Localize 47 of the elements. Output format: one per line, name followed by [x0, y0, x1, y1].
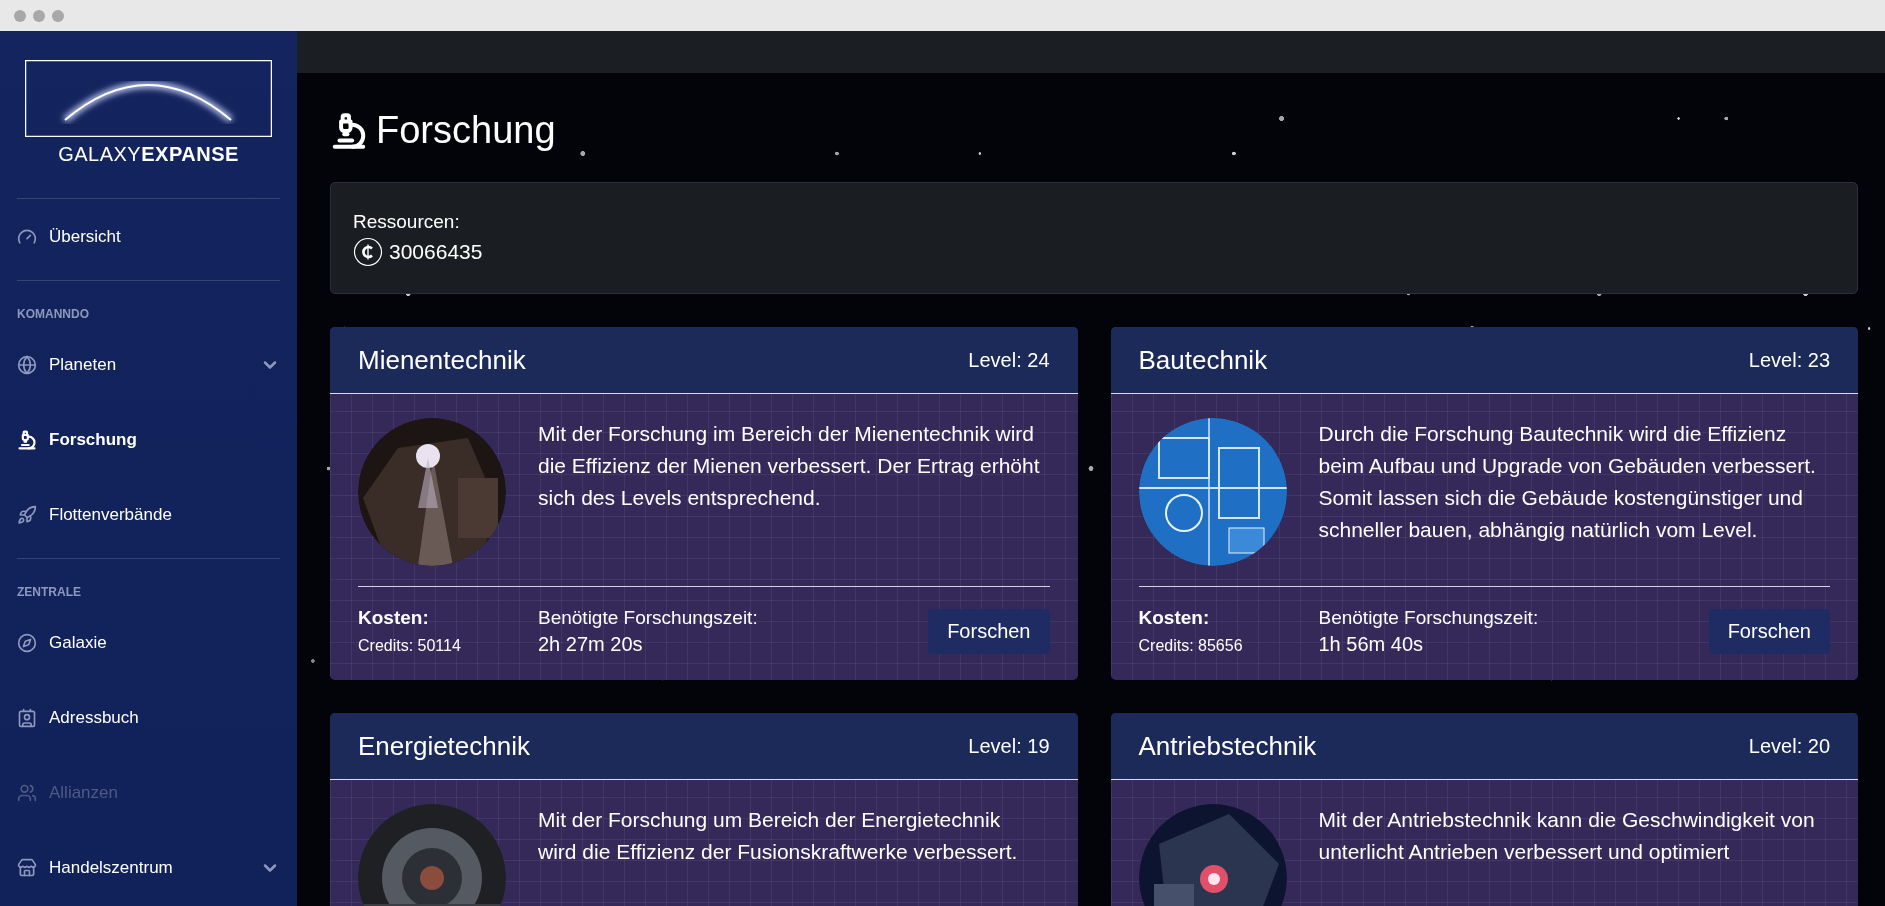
- research-description: Mit der Forschung im Bereich der Mienentechnik wird die Effizienz der Mienen verbessert. Der Ertrag erhöht sich des Levels entsprechend.: [538, 421, 1041, 511]
- window-button[interactable]: [52, 9, 64, 22]
- time-value: 2h 27m 20s: [538, 633, 644, 656]
- cost-label: Kosten:: [1138, 607, 1211, 629]
- resources-label: Ressourcen:: [353, 211, 460, 232]
- research-button[interactable]: Forschen: [928, 609, 1050, 654]
- time-value: 1h 56m 40s: [1318, 633, 1424, 656]
- research-name: Mienentechnik: [358, 344, 526, 376]
- window-button[interactable]: [33, 9, 45, 22]
- sidebar-item[interactable]: Übersicht: [17, 199, 280, 274]
- research-level: Level: 23: [1748, 348, 1830, 372]
- store-icon: [17, 857, 37, 878]
- research-level: Level: 24: [968, 348, 1050, 372]
- sidebar-item[interactable]: Adressbuch: [17, 680, 280, 755]
- sidebar-item[interactable]: Handelszentrum: [17, 830, 280, 905]
- research-description: Durch die Forschung Bautechnik wird die Effizienz beim Aufbau und Upgrade von Gebäuden verbessert. Somit lassen sich die Gebäude kostengünstiger und schneller bauen, abhängig natürlich vom Level.: [1318, 421, 1817, 543]
- sidebar-item[interactable]: Flottenverbände: [17, 477, 280, 552]
- research-name: Energietechnik: [358, 730, 530, 762]
- sidebar-item[interactable]: Galaxie: [17, 605, 280, 680]
- coin-icon: [353, 237, 383, 267]
- research-level: Level: 20: [1748, 734, 1830, 758]
- research-name: Antriebstechnik: [1138, 730, 1317, 762]
- cost-value: Credits: 50114: [358, 637, 462, 655]
- sidebar-item[interactable]: Planeten: [17, 327, 280, 402]
- rocket-icon: [17, 504, 37, 525]
- research-description: Mit der Forschung um Bereich der Energietechnik wird die Effizienz der Fusionskraftwerke verbessert.: [538, 807, 1019, 865]
- window-button[interactable]: [14, 9, 26, 22]
- section-heading: KOMANNDO: [17, 306, 90, 323]
- microscope-icon: [330, 111, 368, 150]
- section-heading: ZENTRALE: [17, 584, 82, 601]
- globe-icon: [17, 354, 37, 375]
- research-button[interactable]: Forschen: [1708, 609, 1830, 654]
- credits-value: 30066435: [389, 240, 483, 264]
- research-description: Mit der Antriebstechnik kann die Geschwindigkeit von unterlicht Antrieben verbessert und optimiert: [1318, 807, 1816, 865]
- logo-text: GALAXYEXPANSE: [58, 143, 239, 166]
- compass-icon: [17, 632, 37, 653]
- research-level: Level: 19: [968, 734, 1050, 758]
- microscope-icon: [17, 429, 37, 450]
- sidebar-item[interactable]: Forschung: [17, 402, 280, 477]
- cost-label: Kosten:: [358, 607, 430, 629]
- cost-value: Credits: 85656: [1138, 637, 1244, 655]
- users-icon: [17, 782, 37, 803]
- time-label: Benötigte Forschungszeit:: [538, 607, 759, 629]
- page-title: Forschung: [376, 109, 556, 152]
- contact-icon: [17, 707, 37, 728]
- time-label: Benötigte Forschungszeit:: [1318, 607, 1540, 629]
- research-name: Bautechnik: [1138, 344, 1268, 376]
